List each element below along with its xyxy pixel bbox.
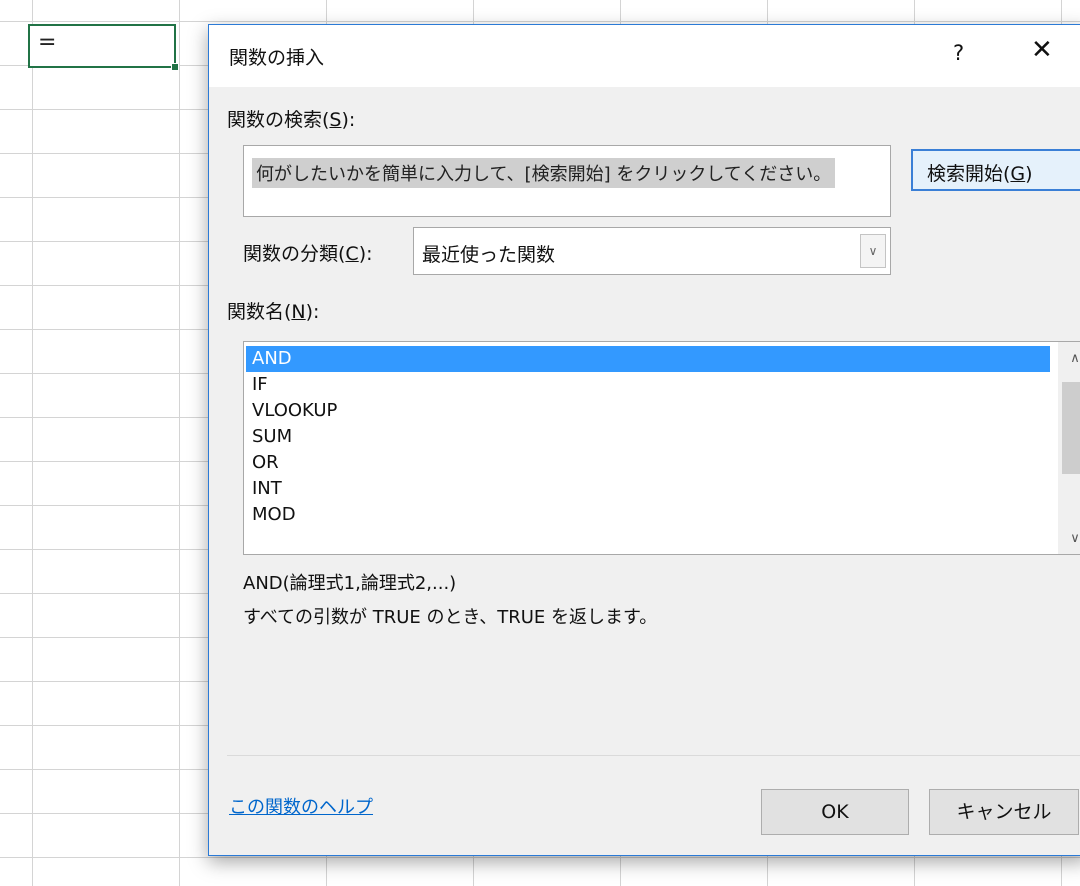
insert-function-dialog: 関数の挿入 ? ✕ 関数の検索(S): 何がしたいかを簡単に入力して、[検索開始…	[208, 24, 1080, 856]
dialog-title: 関数の挿入	[229, 47, 325, 69]
active-cell-content: =	[38, 30, 57, 55]
function-item-and[interactable]: AND	[246, 346, 1050, 372]
function-item-or[interactable]: OR	[246, 450, 1050, 476]
search-input-text: 何がしたいかを簡単に入力して、[検索開始] をクリックしてください。	[252, 158, 836, 188]
chevron-down-icon[interactable]: ∨	[860, 234, 886, 268]
scroll-down-icon[interactable]: ∨	[1058, 526, 1080, 552]
function-item-int[interactable]: INT	[246, 476, 1050, 502]
function-item-if[interactable]: IF	[246, 372, 1050, 398]
footer-divider	[227, 755, 1080, 756]
function-syntax: AND(論理式1,論理式2,...)	[243, 573, 457, 594]
category-label: 関数の分類(C):	[243, 243, 373, 265]
help-button[interactable]: ?	[953, 41, 964, 65]
close-button[interactable]: ✕	[1031, 37, 1053, 63]
dialog-titlebar: 関数の挿入 ? ✕	[209, 25, 1080, 87]
function-item-sum[interactable]: SUM	[246, 424, 1050, 450]
function-list[interactable]: AND IF VLOOKUP SUM OR INT MOD ∧ ∨	[243, 341, 1080, 555]
ok-button[interactable]: OK	[761, 789, 909, 835]
scroll-thumb[interactable]	[1062, 382, 1080, 474]
category-select[interactable]: 最近使った関数 ∨	[413, 227, 891, 275]
search-label: 関数の検索(S):	[227, 109, 356, 131]
function-item-mod[interactable]: MOD	[246, 502, 1050, 528]
cancel-button[interactable]: キャンセル	[929, 789, 1079, 835]
function-item-vlookup[interactable]: VLOOKUP	[246, 398, 1050, 424]
search-button[interactable]: 検索開始(G)	[911, 149, 1080, 191]
active-cell[interactable]: =	[28, 24, 179, 71]
fill-handle[interactable]	[171, 63, 179, 71]
category-selected-value: 最近使った関数	[422, 244, 556, 266]
scroll-up-icon[interactable]: ∧	[1058, 346, 1080, 372]
function-help-link[interactable]: この関数のヘルプ	[229, 793, 373, 819]
list-scrollbar[interactable]: ∧ ∨	[1058, 342, 1080, 554]
search-input[interactable]: 何がしたいかを簡単に入力して、[検索開始] をクリックしてください。	[243, 145, 891, 217]
function-name-label: 関数名(N):	[227, 301, 320, 323]
function-description: すべての引数が TRUE のとき、TRUE を返します。	[243, 607, 658, 628]
